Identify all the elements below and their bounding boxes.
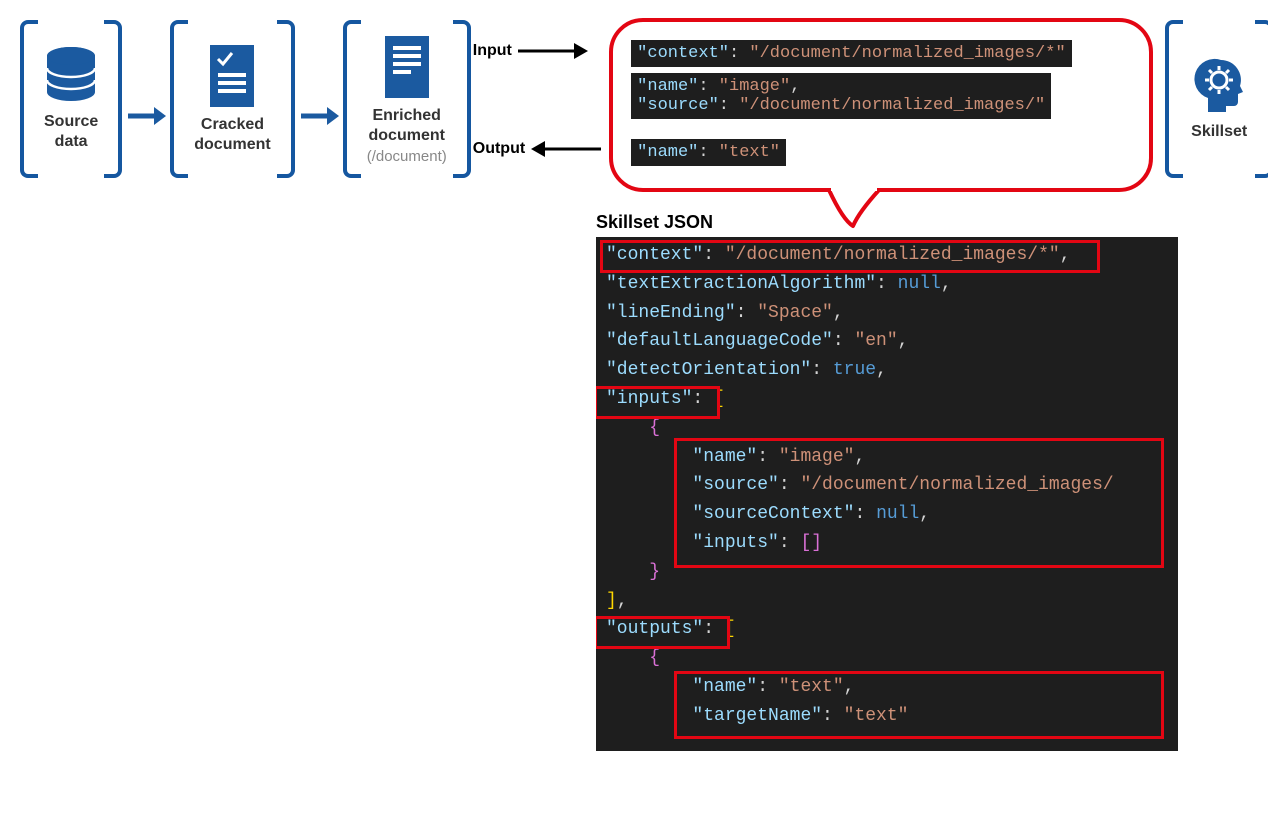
input-label: Input (473, 42, 512, 60)
document-check-icon (206, 43, 258, 109)
pipeline-row: Sourcedata Crackeddocument (20, 20, 1248, 192)
arrow-icon (295, 103, 343, 129)
bracket-left (1165, 20, 1183, 178)
stage-enriched: Enricheddocument (/document) (343, 20, 471, 178)
bracket-left (20, 20, 38, 178)
bracket-right (104, 20, 122, 178)
arrow-right-icon (516, 40, 588, 62)
json-panel: "context": "/document/normalized_images/… (596, 237, 1178, 751)
arrow-icon (122, 103, 170, 129)
document-lines-icon (381, 34, 433, 100)
stage-cracked-label: Crackeddocument (194, 115, 270, 155)
code-input: "name": "image", "source": "/document/no… (631, 73, 1051, 119)
database-icon (44, 46, 98, 106)
stage-source: Sourcedata (20, 20, 122, 178)
code-output: "name": "text" (631, 139, 786, 166)
bracket-left (170, 20, 188, 178)
json-title: Skillset JSON (596, 212, 1248, 233)
stage-source-label: Sourcedata (44, 112, 98, 152)
stage-enriched-sublabel: (/document) (367, 148, 447, 165)
bracket-right (453, 20, 471, 178)
skillset-icon (1189, 56, 1249, 116)
output-label: Output (473, 140, 525, 158)
bracket-left (343, 20, 361, 178)
stage-skillset: Skillset (1165, 20, 1268, 178)
arrow-left-icon (529, 138, 601, 160)
stage-enriched-label: Enricheddocument (369, 106, 445, 146)
stage-cracked: Crackeddocument (170, 20, 294, 178)
stage-skillset-label: Skillset (1191, 122, 1247, 142)
bracket-right (277, 20, 295, 178)
io-labels: Input Output (471, 40, 603, 160)
bubble: "context": "/document/normalized_images/… (609, 18, 1153, 192)
code-context: "context": "/document/normalized_images/… (631, 40, 1072, 67)
bracket-right (1255, 20, 1268, 178)
